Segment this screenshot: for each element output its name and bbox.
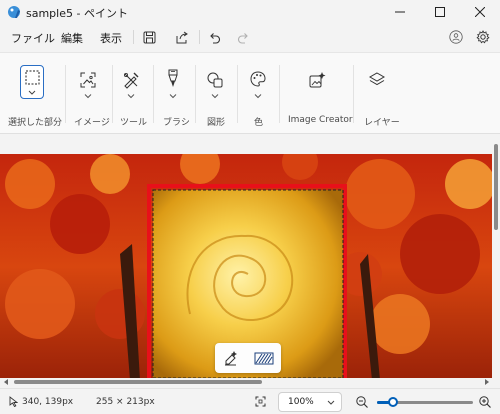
selection-toolbar bbox=[215, 343, 281, 373]
fit-to-window-icon bbox=[255, 396, 266, 407]
zoom-dropdown[interactable]: 100% bbox=[278, 392, 342, 412]
brushes-label: ブラシ bbox=[163, 118, 190, 128]
shapes-group[interactable]: 図形 bbox=[197, 53, 233, 135]
scroll-right-icon bbox=[485, 379, 489, 385]
share-button[interactable] bbox=[172, 28, 190, 46]
vertical-scrollbar[interactable] bbox=[492, 134, 500, 380]
redo-icon bbox=[237, 32, 248, 44]
maximize-button[interactable] bbox=[420, 0, 460, 24]
menu-divider bbox=[199, 30, 200, 44]
image-creator-label: Image Creator bbox=[288, 115, 353, 125]
layers-label: レイヤー bbox=[364, 118, 400, 128]
selection-button[interactable] bbox=[20, 65, 44, 99]
ribbon-divider bbox=[153, 65, 154, 123]
color-palette-icon bbox=[250, 71, 266, 87]
chevron-down-icon bbox=[327, 400, 335, 405]
colors-group[interactable]: 色 bbox=[240, 53, 276, 135]
menu-file[interactable]: ファイル bbox=[11, 30, 55, 46]
paint-palette-icon bbox=[8, 6, 20, 18]
ribbon-divider bbox=[65, 65, 66, 123]
window-title: sample5 - ペイント bbox=[26, 7, 128, 20]
close-button[interactable] bbox=[460, 0, 500, 24]
close-icon bbox=[475, 7, 485, 17]
ribbon-divider bbox=[237, 65, 238, 123]
cursor-position: 340, 139px bbox=[22, 397, 74, 407]
image-icon bbox=[80, 72, 96, 88]
zoom-in-button[interactable] bbox=[478, 394, 492, 410]
image-creator-group[interactable]: Image Creator bbox=[283, 53, 353, 135]
scroll-left-icon bbox=[4, 379, 8, 385]
remove-background-icon bbox=[225, 351, 237, 366]
vertical-scroll-thumb[interactable] bbox=[494, 144, 498, 230]
layers-group[interactable]: レイヤー bbox=[358, 53, 402, 135]
horizontal-scroll-thumb[interactable] bbox=[14, 380, 262, 384]
redo-button[interactable] bbox=[234, 28, 252, 46]
brush-icon bbox=[168, 69, 178, 87]
menu-view[interactable]: 表示 bbox=[100, 30, 122, 46]
tools-label: ツール bbox=[120, 118, 148, 128]
menu-divider bbox=[133, 30, 134, 44]
minimize-button[interactable] bbox=[380, 0, 420, 24]
zoom-slider-thumb[interactable] bbox=[388, 397, 399, 407]
chevron-down-icon bbox=[84, 94, 92, 99]
shapes-label: 図形 bbox=[207, 118, 226, 128]
tools-icon bbox=[123, 72, 139, 89]
chevron-down-icon bbox=[254, 94, 262, 99]
shapes-icon bbox=[207, 72, 223, 88]
chevron-down-icon bbox=[127, 94, 135, 99]
settings-button[interactable] bbox=[474, 28, 492, 46]
chevron-down-icon bbox=[169, 94, 177, 99]
share-icon bbox=[176, 31, 188, 43]
minimize-icon bbox=[395, 11, 405, 13]
undo-button[interactable] bbox=[205, 28, 223, 46]
title-bar: sample5 - ペイント bbox=[0, 0, 500, 24]
chevron-down-icon bbox=[211, 94, 219, 99]
menu-edit[interactable]: 編集 bbox=[61, 30, 83, 46]
ribbon: 選択した部分 イメージ ツール ブラシ 図形 色 Image Creator レ… bbox=[0, 52, 500, 134]
image-group[interactable]: イメージ bbox=[68, 53, 110, 135]
status-bar: 340, 139px 255 × 213px 100% bbox=[0, 388, 500, 414]
undo-icon bbox=[209, 32, 220, 44]
save-icon bbox=[143, 31, 155, 43]
menu-bar: ファイル 編集 表示 bbox=[0, 25, 500, 49]
brushes-group[interactable]: ブラシ bbox=[156, 53, 192, 135]
account-button[interactable] bbox=[447, 28, 465, 46]
cursor-pointer-icon bbox=[9, 396, 18, 407]
save-button[interactable] bbox=[140, 28, 158, 46]
rectangle-select-icon bbox=[25, 70, 40, 85]
gear-icon bbox=[476, 30, 490, 44]
selection-size: 255 × 213px bbox=[96, 397, 155, 407]
image-creator-icon bbox=[309, 72, 326, 88]
blur-background-icon bbox=[254, 352, 274, 365]
maximize-icon bbox=[435, 7, 445, 17]
blur-background-button[interactable] bbox=[253, 348, 275, 368]
zoom-in-icon bbox=[479, 396, 491, 408]
ribbon-divider bbox=[353, 65, 354, 123]
ribbon-divider bbox=[279, 65, 280, 123]
account-icon bbox=[449, 30, 463, 44]
zoom-out-button[interactable] bbox=[355, 394, 369, 410]
remove-background-button[interactable] bbox=[221, 348, 241, 368]
tools-group[interactable]: ツール bbox=[114, 53, 150, 135]
ribbon-divider bbox=[195, 65, 196, 123]
horizontal-scrollbar[interactable] bbox=[0, 378, 500, 386]
zoom-out-icon bbox=[356, 396, 368, 408]
zoom-value: 100% bbox=[288, 397, 314, 407]
chevron-down-icon bbox=[28, 90, 36, 95]
image-label: イメージ bbox=[74, 118, 110, 128]
selection-group: 選択した部分 bbox=[0, 53, 62, 135]
selection-label: 選択した部分 bbox=[8, 118, 63, 128]
colors-label: 色 bbox=[254, 118, 264, 128]
ribbon-divider bbox=[112, 65, 113, 123]
layers-icon bbox=[368, 72, 386, 86]
